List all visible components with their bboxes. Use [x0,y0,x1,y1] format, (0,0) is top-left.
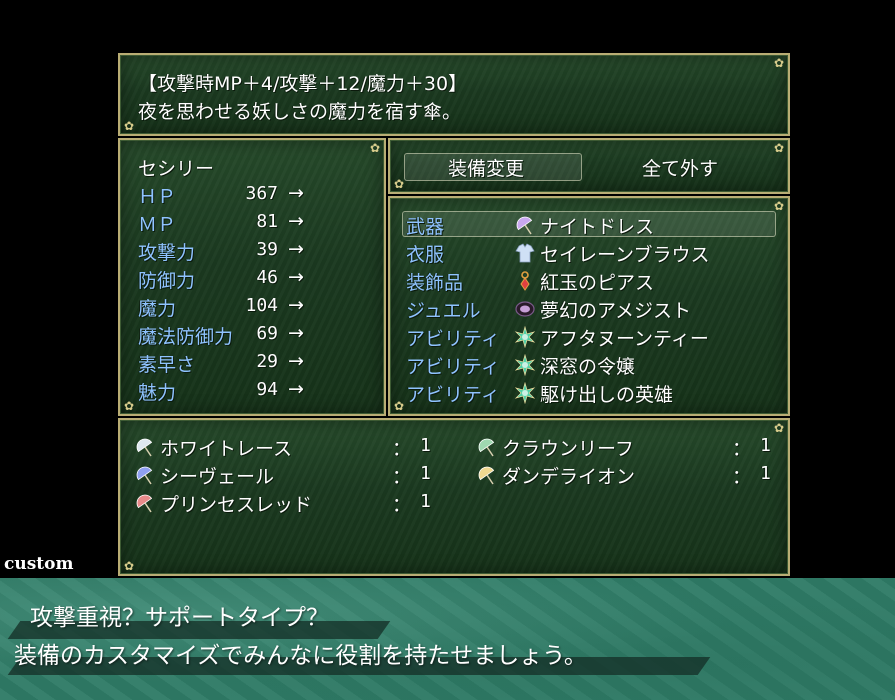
ability-icon [514,353,536,377]
stat-arrow: → [288,182,304,204]
slot-label: アビリティ [406,384,500,406]
custom-tag: custom [4,554,74,574]
inventory-item-count: 1 [420,491,431,512]
blouse-icon [514,242,535,263]
stat-value: 46 [256,267,278,288]
equipped-item[interactable]: アフタヌーンティー [540,324,709,351]
remove-all-button[interactable]: 全て外す [642,154,718,181]
umbrella-icon [134,492,154,513]
inventory-item-name[interactable]: プリンセスレッド [160,490,312,517]
ornament-icon: ✿ [123,399,135,413]
slot-label: ジュエル [406,300,481,322]
ability-icon [514,325,536,349]
stat-value: 104 [245,295,278,316]
inventory-item-count: 1 [760,435,771,456]
umbrella-icon-graphic [478,466,495,485]
umbrella-icon-graphic [136,466,153,485]
ornament-icon: ✿ [773,56,785,70]
ornament-icon: ✿ [773,421,785,435]
umbrella-icon [514,214,534,235]
inventory-item-count: 1 [760,463,771,484]
slot-label: 衣服 [406,244,445,266]
stat-label: 魔力 [138,298,177,320]
stat-label: ＨＰ [138,186,177,208]
gem-icon-graphic [515,301,535,317]
umbrella-icon-graphic [136,494,153,513]
equipped-item[interactable]: 駆け出しの英雄 [540,380,673,407]
stat-label: 魅力 [138,382,177,404]
stat-value: 367 [245,183,278,204]
slot-label: アビリティ [406,328,500,350]
umbrella-icon [476,464,496,485]
command-window: ✿ ✿ 装備変更 全て外す [388,138,790,194]
slot-label: 装飾品 [406,272,464,294]
status-window: ✿ ✿ セシリー ＨＰ 367 → ＭＰ 81 → 攻撃力 39 → 防御力 46 → 魔力 104 → 魔法… [118,138,386,416]
inventory-item-colon: ： [732,438,752,460]
inventory-window: ✿ ✿ ホワイトレース ： 1 シーヴェール ： 1 プリンセスレッド ： 1 クラウンリーフ ： 1… [118,418,790,576]
equip-slot-window: ✿ ✿ 武器 ナイトドレス 衣服 セイレーンブラウス 装飾品 紅玉のピアス ジュエル 夢幻のア… [388,196,790,416]
inventory-item-colon: ： [732,466,752,488]
stat-value: 94 [256,379,278,400]
caption-banner: 攻撃重視？サポートタイプ？ 装備のカスタマイズでみんなに役割を持たせましょう。 [0,578,895,700]
ornament-icon: ✿ [123,559,135,573]
help-effect-text: 【攻撃時MP＋4/攻撃＋12/魔力＋30】 [138,73,468,95]
ability-icon [514,381,536,405]
stat-value: 81 [256,211,278,232]
ability-icon-graphic [514,381,536,405]
stat-label: 素早さ [138,354,196,376]
inventory-item-name[interactable]: シーヴェール [160,462,274,489]
help-description-text: 夜を思わせる妖しさの魔力を宿す傘。 [138,101,462,123]
caption-line-2: 装備のカスタマイズでみんなに役割を持たせましょう。 [14,643,587,669]
ornament-icon: ✿ [369,141,381,155]
ornament-icon: ✿ [393,399,405,413]
umbrella-icon-graphic [136,438,153,457]
slot-label: 武器 [406,216,445,238]
inventory-item-colon: ： [392,438,412,460]
umbrella-icon-graphic [516,216,533,235]
earring-icon-graphic [520,271,530,291]
umbrella-icon [476,436,496,457]
inventory-item-name[interactable]: クラウンリーフ [502,434,634,461]
equipped-item[interactable]: 深窓の令嬢 [540,352,635,379]
gem-icon [514,298,535,318]
caption-line-1: 攻撃重視？サポートタイプ？ [30,605,329,631]
earring-icon [514,270,534,291]
help-window: ✿ ✿ 【攻撃時MP＋4/攻撃＋12/魔力＋30】 夜を思わせる妖しさの魔力を宿… [118,53,790,136]
stat-label: 攻撃力 [138,242,196,264]
stat-label: ＭＰ [138,214,177,236]
equip-change-button[interactable]: 装備変更 [448,154,524,181]
inventory-item-count: 1 [420,463,431,484]
stat-arrow: → [288,322,304,344]
ornament-icon: ✿ [123,119,135,133]
stat-value: 29 [256,351,278,372]
umbrella-icon-graphic [478,438,495,457]
inventory-item-name[interactable]: ホワイトレース [160,434,292,461]
stat-arrow: → [288,266,304,288]
inventory-item-count: 1 [420,435,431,456]
stat-value: 39 [256,239,278,260]
ability-icon-graphic [514,325,536,349]
stat-arrow: → [288,238,304,260]
equipped-item[interactable]: 夢幻のアメジスト [540,296,691,323]
equipped-item[interactable]: 紅玉のピアス [540,268,654,295]
slot-label: アビリティ [406,356,500,378]
equipped-item[interactable]: ナイトドレス [540,212,654,239]
stat-label: 魔法防御力 [138,326,234,348]
stat-arrow: → [288,378,304,400]
stat-arrow: → [288,294,304,316]
stat-label: 防御力 [138,270,196,292]
stat-arrow: → [288,350,304,372]
ornament-icon: ✿ [773,141,785,155]
blouse-icon-graphic [515,243,535,263]
inventory-item-name[interactable]: ダンデライオン [502,462,635,489]
inventory-item-colon: ： [392,494,412,516]
umbrella-icon [134,464,154,485]
inventory-item-colon: ： [392,466,412,488]
umbrella-icon [134,436,154,457]
stat-value: 69 [256,323,278,344]
equipped-item[interactable]: セイレーンブラウス [540,240,709,267]
stat-arrow: → [288,210,304,232]
ability-icon-graphic [514,353,536,377]
character-name: セシリー [138,158,215,180]
